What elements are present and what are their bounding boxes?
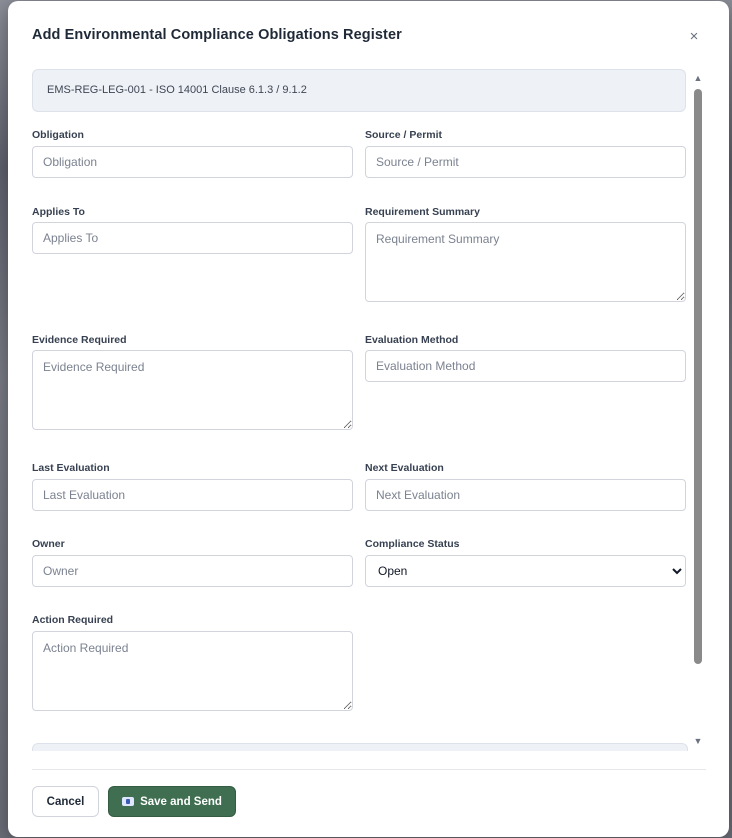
save-and-send-label: Save and Send: [140, 795, 222, 808]
action-required-textarea[interactable]: [32, 631, 353, 711]
next-evaluation-input[interactable]: [365, 479, 686, 511]
arrow-up-icon[interactable]: ▲: [693, 73, 703, 83]
vertical-scrollbar[interactable]: ▲ ▼: [691, 73, 705, 746]
form-scroll-area[interactable]: EMS-REG-LEG-001 - ISO 14001 Clause 6.1.3…: [8, 67, 729, 751]
owner-label: Owner: [32, 538, 65, 550]
requirement-summary-textarea[interactable]: [365, 222, 686, 302]
source-permit-label: Source / Permit: [365, 129, 443, 141]
footer-divider: [32, 769, 706, 770]
obligation-input[interactable]: [32, 146, 353, 178]
obligation-label: Obligation: [32, 129, 84, 141]
requirement-summary-label: Requirement Summary: [365, 206, 480, 218]
next-section-box: [32, 743, 688, 751]
close-icon: ×: [689, 28, 699, 45]
save-and-send-button[interactable]: Save and Send: [108, 786, 236, 817]
envelope-icon: [122, 797, 135, 806]
owner-input[interactable]: [32, 555, 353, 587]
evidence-required-label: Evidence Required: [32, 334, 127, 346]
evaluation-method-label: Evaluation Method: [365, 334, 459, 346]
evidence-required-textarea[interactable]: [32, 350, 353, 430]
evaluation-method-input[interactable]: [365, 350, 686, 382]
last-evaluation-input[interactable]: [32, 479, 353, 511]
compliance-status-label: Compliance Status: [365, 538, 460, 550]
action-required-label: Action Required: [32, 614, 114, 626]
last-evaluation-label: Last Evaluation: [32, 462, 110, 474]
scrollbar-thumb[interactable]: [694, 89, 702, 664]
dialog-title: Add Environmental Compliance Obligations…: [32, 27, 402, 43]
cancel-button[interactable]: Cancel: [32, 786, 99, 817]
next-evaluation-label: Next Evaluation: [365, 462, 444, 474]
applies-to-input[interactable]: [32, 222, 353, 254]
close-button[interactable]: ×: [684, 27, 704, 47]
arrow-down-icon[interactable]: ▼: [693, 736, 703, 746]
compliance-obligation-dialog: Add Environmental Compliance Obligations…: [8, 1, 729, 837]
compliance-status-select[interactable]: Open: [365, 555, 686, 587]
source-permit-input[interactable]: [365, 146, 686, 178]
reference-banner: EMS-REG-LEG-001 - ISO 14001 Clause 6.1.3…: [32, 69, 686, 112]
applies-to-label: Applies To: [32, 206, 85, 218]
